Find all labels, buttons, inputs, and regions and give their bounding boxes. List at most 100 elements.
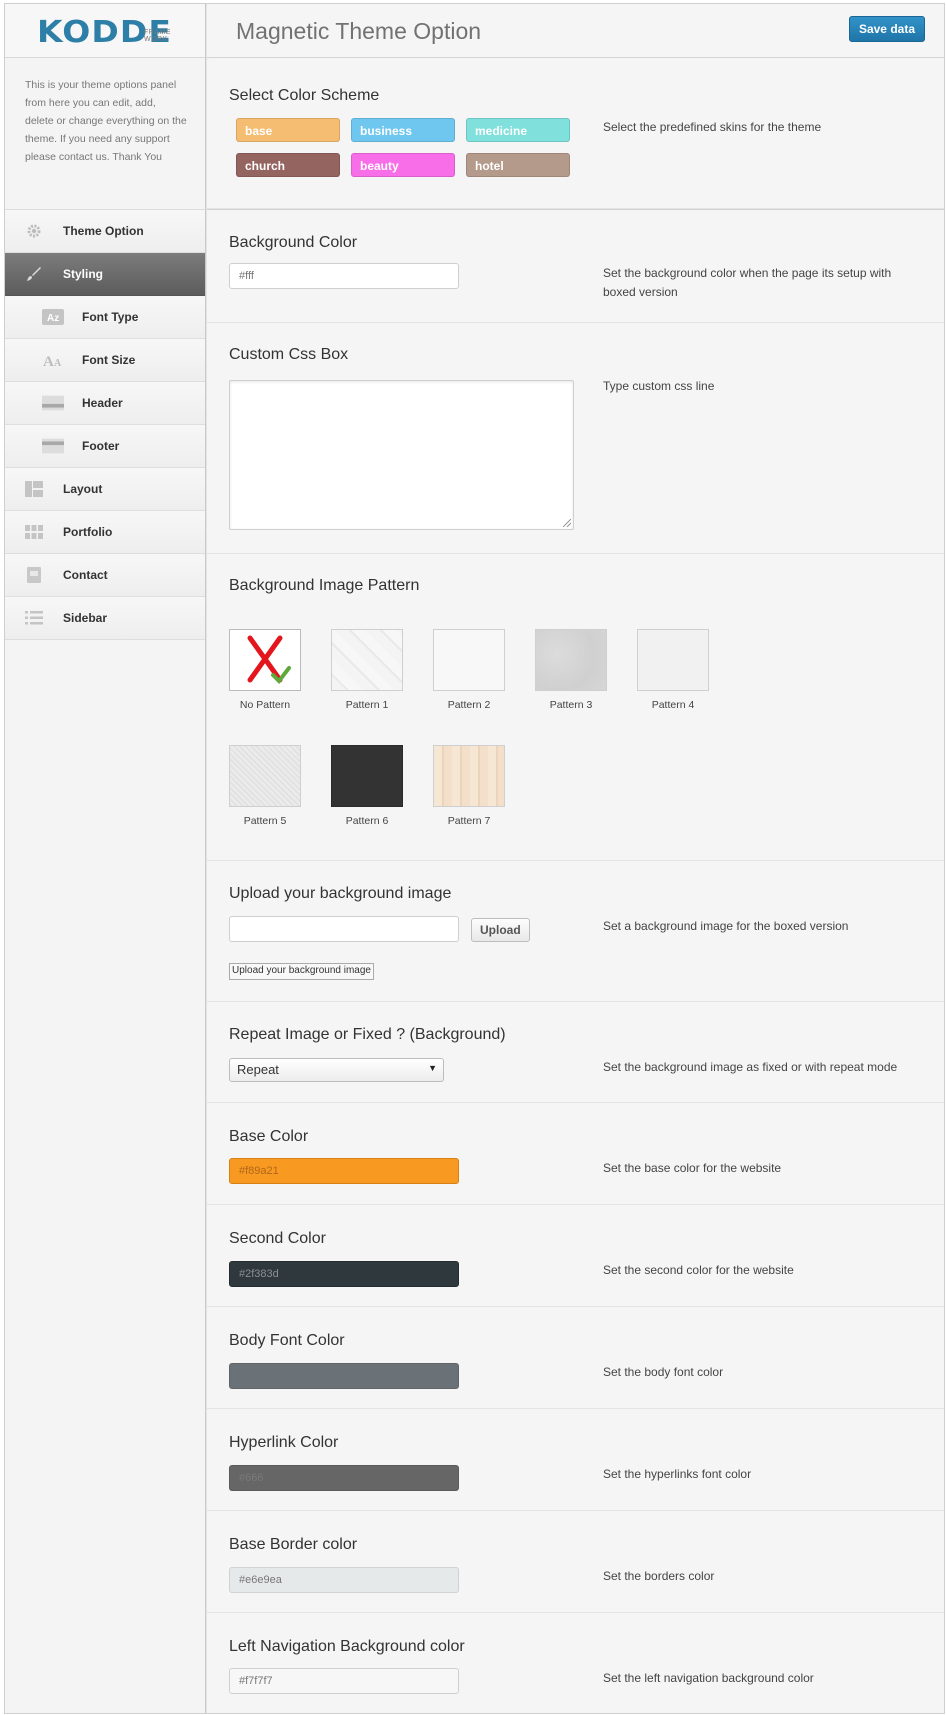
background-color-section: Background Color #fff Set the background… <box>207 209 944 323</box>
second-color-section: Second Color #2f383d Set the second colo… <box>207 1205 944 1307</box>
background-image-url-input[interactable] <box>229 916 459 942</box>
pattern-none-option[interactable] <box>229 629 301 691</box>
section-title: Hyperlink Color <box>229 1434 339 1451</box>
hyperlink-color-input[interactable]: #666 <box>229 1465 459 1491</box>
section-title: Background Image Pattern <box>229 577 420 594</box>
sidebar-item-label: Font Type <box>82 310 139 324</box>
logo-subtext: FRAME WORK <box>144 29 171 43</box>
pattern-label: Pattern 1 <box>345 699 389 711</box>
grid-icon <box>23 523 45 541</box>
section-description: Set the borders color <box>603 1569 715 1583</box>
logo: KODDE FRAME WORK <box>5 4 205 58</box>
pattern-label: Pattern 5 <box>243 815 287 827</box>
skin-hotel-button[interactable]: hotel <box>466 153 570 177</box>
pattern-label: Pattern 6 <box>345 815 389 827</box>
top-bar: Magnetic Theme Option Save data <box>207 4 944 58</box>
background-color-input[interactable]: #fff <box>229 263 459 289</box>
pattern-label: No Pattern <box>239 699 291 711</box>
section-title: Custom Css Box <box>229 346 349 363</box>
sidebar-item-contact[interactable]: Contact <box>5 554 205 597</box>
main-panel: Magnetic Theme Option Save data Select C… <box>207 4 944 1713</box>
pattern-label: Pattern 7 <box>447 815 491 827</box>
sidebar-item-label: Sidebar <box>63 611 108 625</box>
pattern-7-option[interactable] <box>433 745 505 807</box>
pattern-label: Pattern 4 <box>651 699 695 711</box>
footer-icon <box>42 437 64 455</box>
skin-base-button[interactable]: base <box>236 118 340 142</box>
sidebar-item-label: Portfolio <box>63 525 113 539</box>
resize-handle[interactable] <box>563 519 571 527</box>
section-title: Second Color <box>229 1230 326 1247</box>
brush-icon <box>23 265 45 283</box>
sidebar-item-font-size[interactable]: AA Font Size <box>5 339 205 382</box>
list-icon <box>23 609 45 627</box>
section-description: Set the background image as fixed or wit… <box>603 1060 898 1074</box>
save-data-button[interactable]: Save data <box>848 16 925 42</box>
select-value: Repeat <box>237 1062 279 1077</box>
section-description: Select the predefined skins for the them… <box>603 120 822 134</box>
base-border-color-input[interactable]: #e6e9ea <box>229 1567 459 1593</box>
second-color-input[interactable]: #2f383d <box>229 1261 459 1287</box>
header-icon <box>42 394 64 412</box>
gear-icon <box>23 222 45 240</box>
left-nav-bg-color-input[interactable]: #f7f7f7 <box>229 1668 459 1694</box>
sidebar-item-theme-option[interactable]: Theme Option <box>5 210 205 253</box>
color-scheme-section: Select Color Scheme base business medici… <box>207 59 944 209</box>
upload-background-section: Upload your background image Upload Uplo… <box>207 861 944 1002</box>
pattern-3-option[interactable] <box>535 629 607 691</box>
sidebar-item-label: Font Size <box>82 353 136 367</box>
base-color-section: Base Color #f89a21 Set the base color fo… <box>207 1103 944 1205</box>
pattern-2-option[interactable] <box>433 629 505 691</box>
page-title: Magnetic Theme Option <box>236 18 482 44</box>
section-description: Set the background color when the page i… <box>603 266 892 299</box>
repeat-mode-select[interactable]: Repeat ▼ <box>229 1058 444 1082</box>
pattern-label: Pattern 3 <box>549 699 593 711</box>
section-description: Set the left navigation background color <box>603 1671 814 1685</box>
sidebar-item-styling[interactable]: Styling <box>5 253 205 296</box>
pattern-6-option[interactable] <box>331 745 403 807</box>
base-color-input[interactable]: #f89a21 <box>229 1158 459 1184</box>
section-description: Set the hyperlinks font color <box>603 1467 752 1481</box>
sidebar-item-font-type[interactable]: Az Font Type <box>5 296 205 339</box>
sidebar-item-label: Header <box>82 396 123 410</box>
sidebar-item-label: Footer <box>82 439 120 453</box>
section-title: Base Color <box>229 1128 309 1145</box>
body-font-color-section: Body Font Color Set the body font color <box>207 1307 944 1409</box>
pattern-4-option[interactable] <box>637 629 709 691</box>
sidebar: KODDE FRAME WORK This is your theme opti… <box>5 4 206 1713</box>
section-title: Body Font Color <box>229 1332 345 1349</box>
upload-button[interactable]: Upload <box>471 918 530 942</box>
body-font-color-input[interactable] <box>229 1363 459 1389</box>
background-pattern-section: Background Image Pattern No Pattern Patt… <box>207 554 944 861</box>
sidebar-item-portfolio[interactable]: Portfolio <box>5 511 205 554</box>
custom-css-textarea[interactable] <box>229 380 574 530</box>
sidebar-item-layout[interactable]: Layout <box>5 468 205 511</box>
section-title: Repeat Image or Fixed ? (Background) <box>229 1026 506 1043</box>
skin-beauty-button[interactable]: beauty <box>351 153 455 177</box>
svg-text:Az: Az <box>47 313 59 324</box>
skin-medicine-button[interactable]: medicine <box>466 118 570 142</box>
section-description: Set the body font color <box>603 1365 724 1379</box>
section-title: Select Color Scheme <box>229 87 380 104</box>
skin-business-button[interactable]: business <box>351 118 455 142</box>
section-description: Type custom css line <box>603 379 715 393</box>
pattern-1-option[interactable] <box>331 629 403 691</box>
sidebar-item-sidebar[interactable]: Sidebar <box>5 597 205 640</box>
sidebar-item-label: Layout <box>63 482 103 496</box>
section-description: Set a background image for the boxed ver… <box>603 919 849 933</box>
skin-church-button[interactable]: church <box>236 153 340 177</box>
sidebar-item-label: Theme Option <box>63 224 144 238</box>
no-pattern-icon <box>247 635 291 685</box>
section-description: Set the second color for the website <box>603 1263 794 1277</box>
section-title: Base Border color <box>229 1536 358 1553</box>
sidebar-item-header[interactable]: Header <box>5 382 205 425</box>
custom-css-section: Custom Css Box Type custom css line <box>207 323 944 554</box>
upload-preview-placeholder: Upload your background image <box>229 963 374 980</box>
hyperlink-color-section: Hyperlink Color #666 Set the hyperlinks … <box>207 1409 944 1511</box>
repeat-background-section: Repeat Image or Fixed ? (Background) Rep… <box>207 1002 944 1103</box>
sidebar-item-footer[interactable]: Footer <box>5 425 205 468</box>
sidebar-item-label: Styling <box>63 267 104 281</box>
section-title: Left Navigation Background color <box>229 1638 465 1655</box>
pattern-5-option[interactable] <box>229 745 301 807</box>
section-title: Background Color <box>229 234 358 251</box>
